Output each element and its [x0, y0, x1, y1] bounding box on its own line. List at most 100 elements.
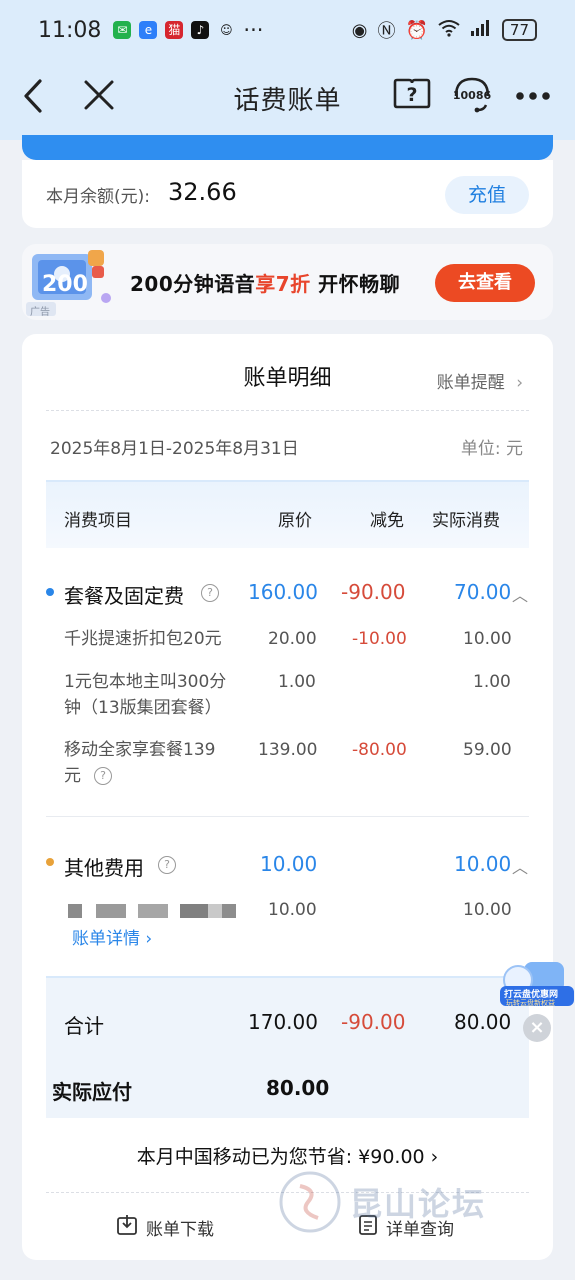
item-name-line: 移动全家享套餐139	[64, 740, 216, 760]
ad-tag: 广告	[30, 307, 50, 318]
status-icons: ◉ Ⓝ ⏰ 77	[352, 17, 537, 43]
item-discount: -10.00	[352, 629, 407, 649]
status-bar: 11:08 ✉ e 猫 ♪ ☺ ··· ◉ Ⓝ ⏰ 77	[0, 0, 575, 60]
watermark-logo-icon	[279, 1171, 341, 1233]
col-discount: 减免	[370, 511, 404, 531]
balance-card: 本月余额(元): 32.66 充值	[22, 160, 553, 228]
group-discount: -90.00	[341, 580, 406, 604]
item-name: 千兆提速折扣包20元	[64, 629, 222, 649]
bill-remind-label: 账单提醒	[436, 373, 505, 393]
tmall-icon: 猫	[165, 21, 184, 39]
item-discount: -80.00	[352, 740, 407, 760]
payable-label: 实际应付	[52, 1080, 132, 1104]
chevron-up-icon[interactable]: ︿	[512, 854, 528, 878]
watermark-text: 昆山论坛	[350, 1185, 487, 1223]
status-time: 11:08	[38, 17, 102, 43]
bill-detail-card: 账单明细 账单提醒 › 2025年8月1日-2025年8月31日 单位: 元 消…	[22, 334, 553, 1260]
recharge-button[interactable]: 充值	[445, 176, 529, 214]
wechat-icon: ✉	[113, 21, 132, 39]
nfc-icon: Ⓝ	[377, 21, 396, 42]
qq-icon: ☺	[217, 21, 236, 39]
item-original: 139.00	[258, 740, 318, 760]
col-item: 消费项目	[64, 511, 132, 531]
bill-download-button[interactable]: 账单下载	[116, 1214, 214, 1241]
group-actual: 10.00	[454, 852, 512, 876]
promo-text-main: 200分钟语音	[130, 272, 256, 296]
mosaic-block	[208, 904, 222, 918]
bill-period: 2025年8月1日-2025年8月31日	[50, 439, 299, 459]
group-name: 其他费用	[64, 856, 144, 880]
promo-illustration: 200 广告	[26, 246, 122, 318]
group-original: 160.00	[248, 580, 318, 604]
mosaic-block	[222, 904, 236, 918]
signal-icon	[470, 19, 492, 42]
total-actual: 80.00	[454, 1010, 512, 1034]
download-icon	[116, 1214, 138, 1241]
svg-text:?: ?	[406, 84, 417, 106]
col-original: 原价	[278, 511, 312, 531]
wifi-icon	[438, 19, 460, 42]
item-name-line: 1元包本地主叫300分	[64, 672, 227, 692]
tiktok-icon: ♪	[191, 21, 210, 39]
help-icon[interactable]: ?	[94, 767, 112, 785]
promo-text-highlight: 享7折	[255, 272, 311, 296]
bill-download-label: 账单下载	[146, 1220, 214, 1240]
promo-banner[interactable]: 200 广告 200分钟语音享7折 开怀畅聊 去查看	[22, 244, 553, 320]
bill-unit: 单位: 元	[460, 439, 523, 459]
promo-art-text: 200	[42, 272, 88, 297]
bill-detail-link[interactable]: 账单详情 ›	[72, 924, 152, 949]
more-notifications: ···	[243, 18, 264, 42]
eye-icon: ◉	[351, 19, 368, 41]
payable-value: 80.00	[266, 1076, 330, 1100]
item-actual: 10.00	[463, 629, 512, 649]
group-name: 套餐及固定费	[64, 584, 184, 608]
item-name: 移动全家享套餐139 元	[64, 737, 215, 789]
item-name: 1元包本地主叫300分 钟（13版集团套餐）	[64, 669, 226, 721]
item-original: 10.00	[268, 900, 317, 920]
item-actual: 10.00	[463, 900, 512, 920]
total-label: 合计	[64, 1014, 104, 1038]
mosaic-block	[96, 904, 126, 918]
total-discount: -90.00	[341, 1010, 406, 1034]
service-number: 10086	[452, 89, 492, 102]
item-name-line: 元	[64, 766, 81, 786]
alarm-icon: ⏰	[405, 19, 428, 41]
customer-service-icon[interactable]: 10086	[448, 74, 496, 118]
mosaic-block	[138, 904, 168, 918]
group-actual: 70.00	[454, 580, 512, 604]
group-dot	[46, 858, 54, 866]
col-actual: 实际消费	[432, 511, 500, 531]
item-actual: 1.00	[473, 672, 511, 692]
forum-watermark: 昆山论坛	[278, 1170, 486, 1234]
divider	[46, 410, 529, 411]
group-original: 10.00	[260, 852, 318, 876]
savings-link[interactable]: 本月中国移动已为您节省: ¥90.00 ›	[22, 1142, 553, 1169]
chevron-right-icon: ›	[516, 373, 523, 393]
item-original: 1.00	[278, 672, 316, 692]
close-ad-icon[interactable]: ×	[523, 1014, 551, 1042]
floating-ad-subtitle: 玩转云盘新权益	[506, 999, 555, 1007]
chevron-up-icon[interactable]: ︿	[512, 582, 528, 606]
item-name-line: 钟（13版集团套餐）	[64, 698, 222, 718]
battery-icon: 77	[501, 19, 537, 41]
promo-view-button[interactable]: 去查看	[435, 264, 535, 302]
item-actual: 59.00	[463, 740, 512, 760]
more-icon[interactable]	[514, 84, 552, 108]
nav-bar: 话费账单 ? 10086	[0, 62, 575, 132]
total-section: 合计 170.00 -90.00 80.00 实际应付 80.00	[46, 976, 529, 1118]
mosaic-block	[68, 904, 82, 918]
mosaic-block	[180, 904, 208, 918]
help-icon[interactable]: ?	[392, 76, 432, 114]
item-original: 20.00	[268, 629, 317, 649]
promo-text-tail: 开怀畅聊	[310, 272, 401, 296]
help-icon[interactable]: ?	[201, 584, 219, 602]
table-header: 消费项目 原价 减免 实际消费	[46, 480, 529, 548]
divider	[46, 816, 529, 817]
bill-remind-link[interactable]: 账单提醒 ›	[437, 368, 523, 393]
total-original: 170.00	[248, 1010, 318, 1034]
browser-icon: e	[139, 21, 158, 39]
floating-ad[interactable]: 打云盘优惠网 玩转云盘新权益	[498, 960, 575, 1010]
help-icon[interactable]: ?	[158, 856, 176, 874]
group-dot	[46, 588, 54, 596]
promo-text: 200分钟语音享7折 开怀畅聊	[130, 268, 400, 297]
